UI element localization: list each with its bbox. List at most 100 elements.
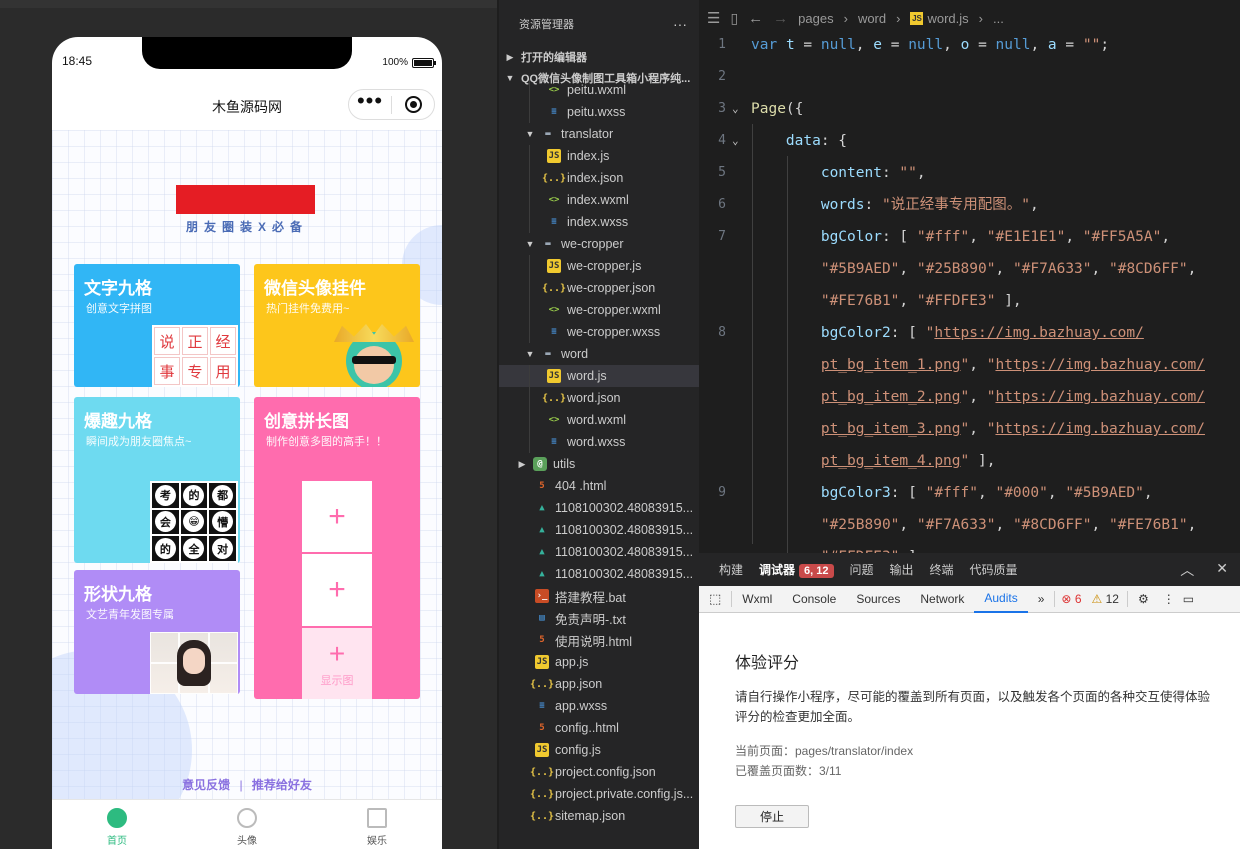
tree-file[interactable]: 5 config..html xyxy=(499,717,699,739)
breadcrumb-item[interactable]: word.js xyxy=(927,11,968,26)
code-line[interactable]: pt_bg_item_2.png", "https://img.bazhuay.… xyxy=(699,381,1240,413)
tab-code-quality[interactable]: 代码质量 xyxy=(970,561,1018,578)
tree-file[interactable]: <> word.wxml xyxy=(499,409,699,431)
issue-counters[interactable]: ⊗ 6 ⚠ 12 xyxy=(1061,592,1119,606)
tree-file[interactable]: ≡ index.wxss xyxy=(499,211,699,233)
inspect-element-icon[interactable]: ⬚ xyxy=(699,586,731,613)
tab-problems[interactable]: 问题 xyxy=(850,561,874,578)
code-line[interactable]: "#FE76B1", "#FFDFE3" ], xyxy=(699,285,1240,317)
breadcrumb-item[interactable]: word xyxy=(858,11,886,26)
tab-sources[interactable]: Sources xyxy=(846,586,910,613)
dock-icon[interactable]: ▭ xyxy=(1179,586,1198,613)
tree-file[interactable]: {..} project.private.config.js... xyxy=(499,783,699,805)
code-line[interactable]: 1 var t = null, e = null, o = null, a = "… xyxy=(699,29,1240,61)
gear-icon[interactable]: ⚙ xyxy=(1128,586,1159,613)
fold-chevron-icon[interactable]: ⌄ xyxy=(732,93,739,125)
tab-entertainment[interactable]: 娱乐 xyxy=(312,800,442,849)
tree-file[interactable]: ▲ 1108100302.48083915... xyxy=(499,497,699,519)
tree-file[interactable]: 5 使用说明.html xyxy=(499,629,699,651)
collapse-panel-icon[interactable]: ︿ xyxy=(1180,560,1194,580)
code-line[interactable]: 4 ⌄ data: { xyxy=(699,125,1240,157)
tree-folder[interactable]: ▼ ▬ we-cropper xyxy=(499,233,699,255)
card-fun-nine-grid[interactable]: 爆趣九格 瞬间成为朋友圈焦点~ 考 的 都 会 😁 懵 的 全 对 xyxy=(74,397,240,563)
tree-file[interactable]: {..} project.config.json xyxy=(499,761,699,783)
recommend-link[interactable]: 推荐给好友 xyxy=(252,778,312,792)
tree-file[interactable]: ≡ we-cropper.wxss xyxy=(499,321,699,343)
tree-folder[interactable]: ▶ @ utils xyxy=(499,453,699,475)
tree-file[interactable]: <> we-cropper.wxml xyxy=(499,299,699,321)
tree-file[interactable]: {..} index.json xyxy=(499,167,699,189)
forward-arrow-icon[interactable]: → xyxy=(773,10,788,27)
tab-audits[interactable]: Audits xyxy=(974,586,1028,613)
tree-file[interactable]: {..} we-cropper.json xyxy=(499,277,699,299)
stop-button[interactable]: 停止 xyxy=(735,805,809,828)
open-editors-section[interactable]: ▶ 打开的编辑器 xyxy=(499,47,699,67)
code-line[interactable]: 9 bgColor3: [ "#fff", "#000", "#5B9AED", xyxy=(699,477,1240,509)
code-line[interactable]: pt_bg_item_4.png" ], xyxy=(699,445,1240,477)
tab-avatar[interactable]: 头像 xyxy=(182,800,312,849)
close-miniprogram-button[interactable] xyxy=(392,96,434,113)
tree-file[interactable]: ▲ 1108100302.48083915... xyxy=(499,563,699,585)
tab-network[interactable]: Network xyxy=(910,586,974,613)
tree-file[interactable]: JS app.js xyxy=(499,651,699,673)
kebab-menu-icon[interactable]: ⋮ xyxy=(1159,586,1179,613)
tab-build[interactable]: 构建 xyxy=(719,561,743,578)
folder-file-icon: ▬ xyxy=(545,129,551,139)
code-line[interactable]: 8 bgColor2: [ "https://img.bazhuay.com/ xyxy=(699,317,1240,349)
tab-debugger[interactable]: 调试器 6, 12 xyxy=(759,561,834,578)
code-line[interactable]: 5 content: "", xyxy=(699,157,1240,189)
back-arrow-icon[interactable]: ← xyxy=(748,10,763,27)
feedback-link[interactable]: 意见反馈 xyxy=(182,778,230,792)
tree-file[interactable]: <> index.wxml xyxy=(499,189,699,211)
more-tabs-icon[interactable]: » xyxy=(1028,586,1055,613)
tree-file[interactable]: ▲ 1108100302.48083915... xyxy=(499,519,699,541)
breadcrumb-item[interactable]: pages xyxy=(798,11,833,26)
code-line[interactable]: pt_bg_item_1.png", "https://img.bazhuay.… xyxy=(699,349,1240,381)
tree-file[interactable]: {..} word.json xyxy=(499,387,699,409)
bookmark-icon[interactable]: ▯ xyxy=(730,10,738,27)
avatar-icon xyxy=(237,808,257,828)
code-line[interactable]: "#FFDFE3" ], xyxy=(699,541,1240,553)
card-long-image[interactable]: 创意拼长图 制作创意多图的高手！！ + + + 显示图 xyxy=(254,397,420,699)
tree-file[interactable]: JS config.js xyxy=(499,739,699,761)
breadcrumb-item[interactable]: ... xyxy=(993,11,1004,26)
close-panel-icon[interactable]: ✕ xyxy=(1216,560,1228,580)
tree-file[interactable]: {..} sitemap.json xyxy=(499,805,699,827)
tree-file[interactable]: 5 404 .html xyxy=(499,475,699,497)
chevron-down-icon: ▼ xyxy=(525,349,535,359)
grid-char: 专 xyxy=(182,357,208,385)
tree-file[interactable]: <> peitu.wxml xyxy=(499,79,699,101)
tree-file[interactable]: ▤ 免责声明-.txt xyxy=(499,607,699,629)
tree-file[interactable]: JS we-cropper.js xyxy=(499,255,699,277)
tab-output[interactable]: 输出 xyxy=(890,561,914,578)
tree-file[interactable]: ≡ word.wxss xyxy=(499,431,699,453)
code-line[interactable]: 3 ⌄ Page({ xyxy=(699,93,1240,125)
tree-folder[interactable]: ▼ ▬ word xyxy=(499,343,699,365)
card-text-nine-grid[interactable]: 文字九格 创意文字拼图 说 正 经 事 专 用 xyxy=(74,264,240,387)
code-line[interactable]: 7 bgColor: [ "#fff", "#E1E1E1", "#FF5A5A… xyxy=(699,221,1240,253)
tree-file[interactable]: ≡ app.wxss xyxy=(499,695,699,717)
tab-wxml[interactable]: Wxml xyxy=(732,586,782,613)
tree-file[interactable]: JS index.js xyxy=(499,145,699,167)
tree-file[interactable]: {..} app.json xyxy=(499,673,699,695)
code-line[interactable]: "#5B9AED", "#25B890", "#F7A633", "#8CD6F… xyxy=(699,253,1240,285)
tree-file[interactable]: JS word.js xyxy=(499,365,699,387)
explorer-more-button[interactable]: ··· xyxy=(673,16,687,32)
fold-chevron-icon[interactable]: ⌄ xyxy=(732,125,739,157)
more-menu-button[interactable]: ••• xyxy=(349,89,391,111)
code-line[interactable]: 2 xyxy=(699,61,1240,93)
list-icon[interactable]: ☰ xyxy=(707,9,720,27)
tree-file[interactable]: ▲ 1108100302.48083915... xyxy=(499,541,699,563)
tree-file[interactable]: ›_ 搭建教程.bat xyxy=(499,585,699,607)
code-line[interactable]: 6 words: "说正经事专用配图。", xyxy=(699,189,1240,221)
tree-folder[interactable]: ▼ ▬ translator xyxy=(499,123,699,145)
tree-file[interactable]: ≡ peitu.wxss xyxy=(499,101,699,123)
code-line[interactable]: pt_bg_item_3.png", "https://img.bazhuay.… xyxy=(699,413,1240,445)
footer-links: 意见反馈 | 推荐给好友 xyxy=(52,776,442,793)
code-line[interactable]: "#25B890", "#F7A633", "#8CD6FF", "#FE76B… xyxy=(699,509,1240,541)
tab-console[interactable]: Console xyxy=(782,586,846,613)
tab-terminal[interactable]: 终端 xyxy=(930,561,954,578)
tab-home[interactable]: 首页 xyxy=(52,800,182,849)
card-avatar-pendant[interactable]: 微信头像挂件 热门挂件免费用~ xyxy=(254,264,420,387)
card-shape-nine-grid[interactable]: 形状九格 文艺青年发图专属 xyxy=(74,570,240,694)
